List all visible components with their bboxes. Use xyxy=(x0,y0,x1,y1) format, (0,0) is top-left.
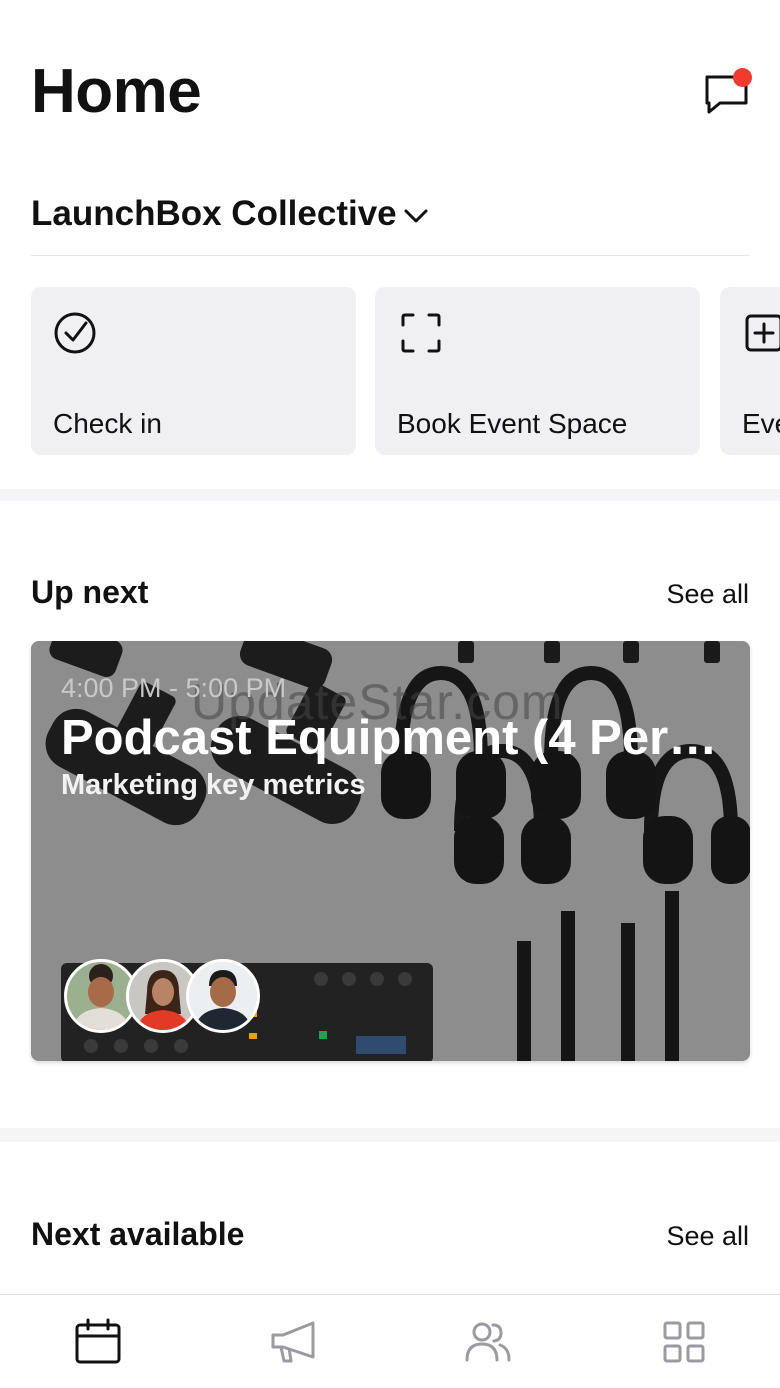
tab-more[interactable] xyxy=(659,1317,709,1367)
tab-community[interactable] xyxy=(463,1317,513,1367)
event-title: Podcast Equipment (4 Per… xyxy=(61,711,718,765)
book-event-space-label: Book Event Space xyxy=(397,408,628,439)
avatar xyxy=(186,959,260,1033)
plus-square-icon xyxy=(745,314,780,352)
check-in-button[interactable]: Check in xyxy=(31,287,356,455)
section-separator xyxy=(0,489,780,501)
events-label: Eve xyxy=(742,408,780,439)
tab-calendar[interactable] xyxy=(73,1317,123,1367)
calendar-icon xyxy=(75,1318,121,1364)
tab-bar xyxy=(0,1294,780,1388)
event-card[interactable]: UpdateStar.com 4:00 PM - 5:00 PM Podcast… xyxy=(31,641,750,1061)
section-separator xyxy=(0,1128,780,1142)
divider xyxy=(31,255,750,256)
organization-name: LaunchBox Collective xyxy=(31,194,397,233)
grid-icon xyxy=(663,1321,705,1363)
organization-switcher[interactable]: LaunchBox Collective xyxy=(31,192,429,236)
book-event-space-button[interactable]: Book Event Space xyxy=(375,287,700,455)
event-subtitle: Marketing key metrics xyxy=(61,769,366,801)
check-in-label: Check in xyxy=(53,408,162,439)
event-time: 4:00 PM - 5:00 PM xyxy=(61,673,287,703)
megaphone-icon xyxy=(271,1321,315,1363)
next-available-title: Next available xyxy=(31,1216,245,1252)
up-next-title: Up next xyxy=(31,574,149,610)
people-icon xyxy=(465,1322,511,1362)
check-circle-icon xyxy=(54,312,96,354)
tab-announcements[interactable] xyxy=(269,1317,321,1367)
messages-button[interactable] xyxy=(700,66,754,116)
next-available-see-all-link[interactable]: See all xyxy=(666,1219,749,1253)
up-next-see-all-link[interactable]: See all xyxy=(666,577,749,611)
events-button[interactable]: Eve xyxy=(720,287,780,455)
chevron-down-icon xyxy=(404,209,428,223)
page-title: Home xyxy=(31,57,202,126)
unread-badge xyxy=(733,68,752,87)
scan-frame-icon xyxy=(401,313,441,353)
